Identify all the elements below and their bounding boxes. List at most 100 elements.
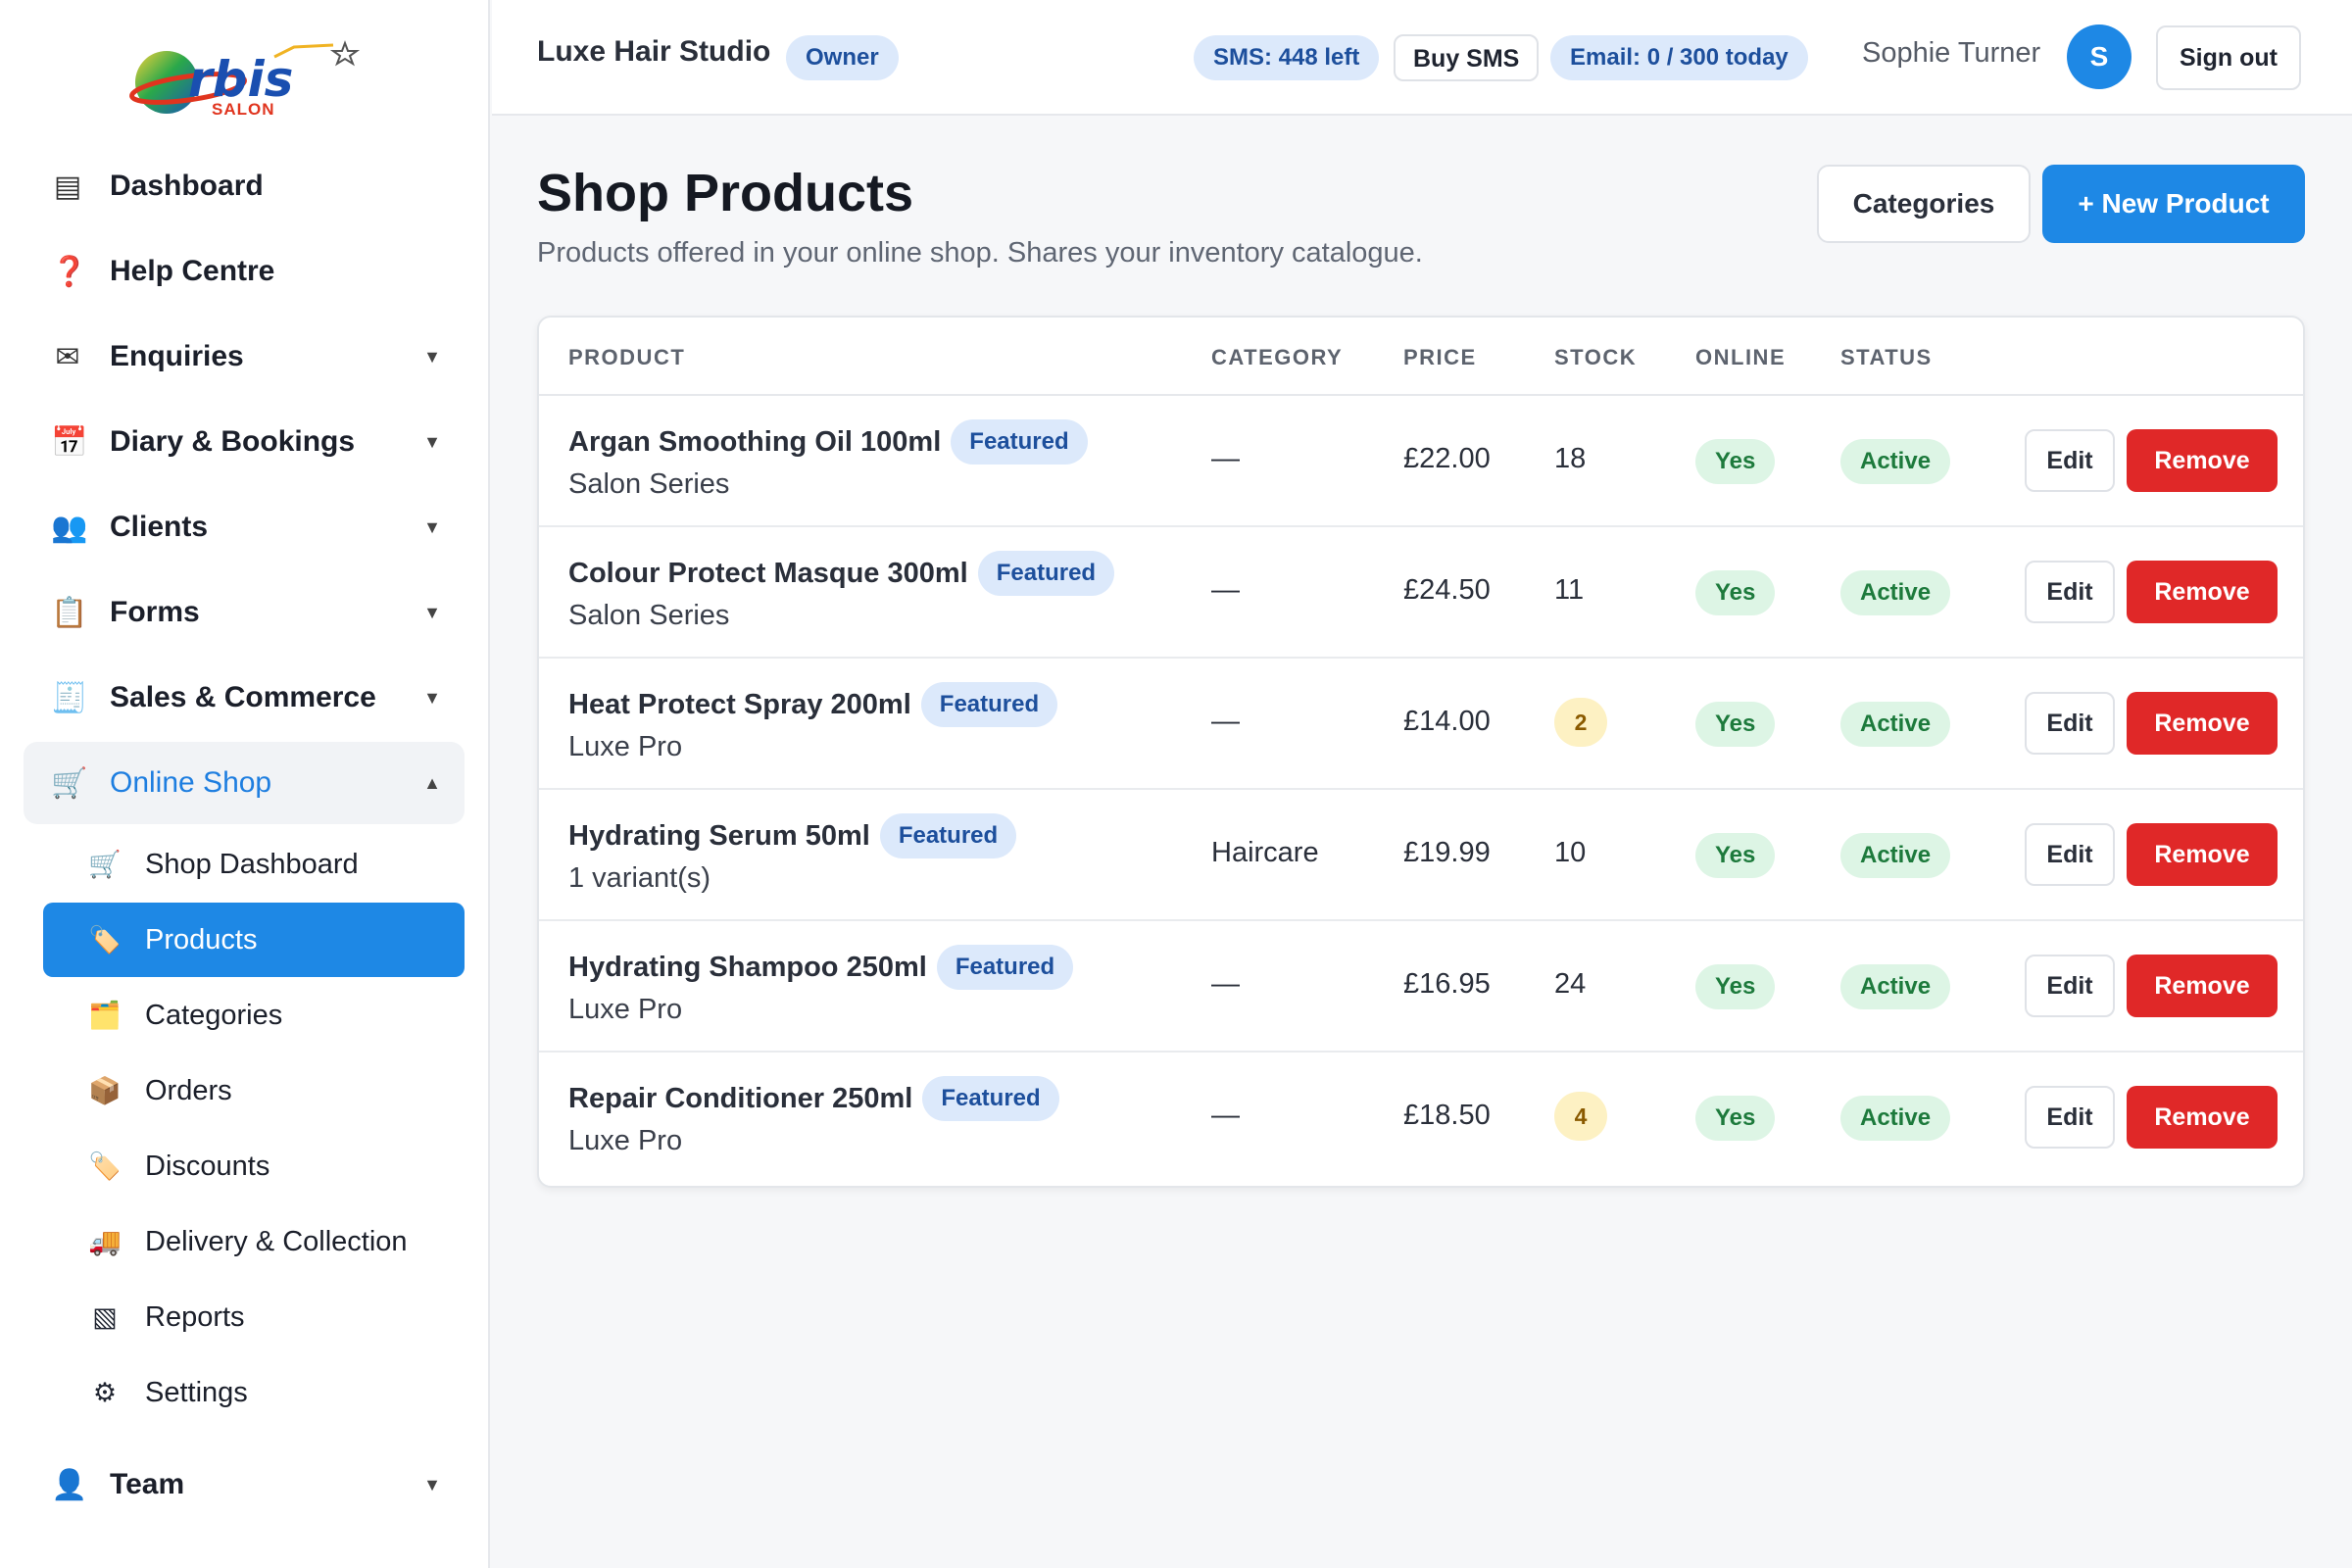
chevron-down-icon: ▼ bbox=[423, 431, 441, 452]
product-category: — bbox=[1211, 443, 1240, 474]
online-badge: Yes bbox=[1695, 833, 1776, 878]
product-stock: 11 bbox=[1554, 574, 1585, 606]
edit-button[interactable]: Edit bbox=[2025, 692, 2115, 755]
sidebar-item-dashboard[interactable]: ▤ Dashboard bbox=[24, 145, 465, 227]
status-badge: Active bbox=[1840, 1096, 1951, 1141]
featured-badge: Featured bbox=[920, 682, 1058, 727]
remove-button[interactable]: Remove bbox=[2127, 955, 2278, 1017]
remove-button[interactable]: Remove bbox=[2127, 561, 2278, 623]
product-price: £22.00 bbox=[1403, 443, 1491, 474]
sidebar-item-diary-bookings[interactable]: 📅 Diary & Bookings ▼ bbox=[24, 401, 465, 483]
dashboard-icon: ▤ bbox=[53, 170, 82, 203]
column-header-category[interactable]: CATEGORY bbox=[1211, 345, 1343, 370]
sidebar-item-sales-commerce[interactable]: 🧾 Sales & Commerce ▼ bbox=[24, 657, 465, 739]
clients-icon: 👥 bbox=[51, 511, 88, 544]
sidebar: rbis SALON ▤ Dashboard ❓ Help Centre ✉ E… bbox=[0, 0, 490, 1568]
orbis-salon-logo[interactable]: rbis SALON bbox=[127, 37, 363, 125]
categories-button[interactable]: Categories bbox=[1817, 165, 2031, 243]
sidebar-item-label: Orders bbox=[145, 1074, 232, 1106]
sidebar-item-label: Dashboard bbox=[110, 170, 264, 202]
edit-button[interactable]: Edit bbox=[2025, 429, 2115, 492]
sidebar-item-label: Help Centre bbox=[110, 255, 275, 287]
sidebar-item-orders[interactable]: 📦 Orders bbox=[43, 1054, 465, 1128]
status-badge: Active bbox=[1840, 439, 1951, 484]
buy-sms-button[interactable]: Buy SMS bbox=[1394, 34, 1540, 81]
sidebar-item-enquiries[interactable]: ✉ Enquiries ▼ bbox=[24, 316, 465, 398]
chevron-down-icon: ▼ bbox=[423, 602, 441, 622]
column-header-stock[interactable]: STOCK bbox=[1554, 345, 1637, 370]
sidebar-item-categories[interactable]: 🗂️ Categories bbox=[43, 978, 465, 1053]
edit-button[interactable]: Edit bbox=[2025, 561, 2115, 623]
sidebar-item-discounts[interactable]: 🏷️ Discounts bbox=[43, 1129, 465, 1203]
sidebar-item-team[interactable]: 👤 Team ▼ bbox=[24, 1444, 465, 1526]
mail-icon: ✉ bbox=[55, 340, 80, 373]
featured-badge: Featured bbox=[922, 1076, 1059, 1121]
edit-button[interactable]: Edit bbox=[2025, 955, 2115, 1017]
receipt-icon: 🧾 bbox=[51, 681, 88, 714]
remove-button[interactable]: Remove bbox=[2127, 1086, 2278, 1149]
status-badge: Active bbox=[1840, 964, 1951, 1009]
product-brand: Salon Series bbox=[568, 600, 730, 631]
chevron-up-icon: ▲ bbox=[423, 772, 441, 793]
status-badge: Active bbox=[1840, 570, 1951, 615]
product-brand: Luxe Pro bbox=[568, 1125, 683, 1156]
help-icon: ❓ bbox=[51, 255, 88, 288]
sidebar-item-label: Discounts bbox=[145, 1150, 270, 1182]
edit-button[interactable]: Edit bbox=[2025, 823, 2115, 886]
remove-button[interactable]: Remove bbox=[2127, 692, 2278, 755]
cart-icon: 🛒 bbox=[51, 766, 88, 800]
product-name[interactable]: Argan Smoothing Oil 100ml bbox=[568, 426, 941, 459]
product-name[interactable]: Heat Protect Spray 200ml bbox=[568, 689, 911, 721]
sidebar-item-reports[interactable]: ▧ Reports bbox=[43, 1280, 465, 1354]
remove-button[interactable]: Remove bbox=[2127, 429, 2278, 492]
sidebar-item-online-shop[interactable]: 🛒 Online Shop ▲ bbox=[24, 742, 465, 824]
tag-icon: 🏷️ bbox=[88, 925, 122, 955]
sidebar-item-shop-dashboard[interactable]: 🛒 Shop Dashboard bbox=[43, 827, 465, 902]
sidebar-item-settings[interactable]: ⚙ Settings bbox=[43, 1355, 465, 1430]
sidebar-item-help-centre[interactable]: ❓ Help Centre bbox=[24, 230, 465, 313]
table-row: Repair Conditioner 250ml Featured Luxe P… bbox=[539, 1053, 2303, 1184]
featured-badge: Featured bbox=[977, 551, 1115, 596]
product-name[interactable]: Hydrating Serum 50ml bbox=[568, 820, 870, 853]
column-header-product[interactable]: PRODUCT bbox=[568, 345, 685, 370]
new-product-button[interactable]: + New Product bbox=[2042, 165, 2305, 243]
product-stock: 4 bbox=[1554, 1092, 1607, 1141]
product-brand: Luxe Pro bbox=[568, 994, 683, 1025]
column-header-online[interactable]: ONLINE bbox=[1695, 345, 1786, 370]
role-badge: Owner bbox=[786, 35, 899, 80]
sidebar-item-label: Diary & Bookings bbox=[110, 425, 356, 458]
product-name[interactable]: Hydrating Shampoo 250ml bbox=[568, 952, 927, 984]
remove-button[interactable]: Remove bbox=[2127, 823, 2278, 886]
sidebar-item-label: Online Shop bbox=[110, 766, 272, 799]
avatar[interactable]: S bbox=[2067, 24, 2132, 89]
online-badge: Yes bbox=[1695, 439, 1776, 484]
product-price: £14.00 bbox=[1403, 706, 1491, 737]
status-badge: Active bbox=[1840, 702, 1951, 747]
product-category: — bbox=[1211, 574, 1240, 606]
sidebar-item-forms[interactable]: 📋 Forms ▼ bbox=[24, 571, 465, 654]
chevron-down-icon: ▼ bbox=[423, 1474, 441, 1494]
column-header-status[interactable]: STATUS bbox=[1840, 345, 1933, 370]
online-badge: Yes bbox=[1695, 702, 1776, 747]
product-stock: 24 bbox=[1554, 968, 1587, 1000]
online-shop-submenu: 🛒 Shop Dashboard 🏷️ Products 🗂️ Categori… bbox=[24, 827, 465, 1430]
gear-icon: ⚙ bbox=[92, 1377, 118, 1407]
product-name[interactable]: Repair Conditioner 250ml bbox=[568, 1083, 912, 1115]
edit-button[interactable]: Edit bbox=[2025, 1086, 2115, 1149]
sidebar-item-delivery-collection[interactable]: 🚚 Delivery & Collection bbox=[43, 1204, 465, 1279]
chevron-down-icon: ▼ bbox=[423, 687, 441, 708]
page-title: Shop Products bbox=[537, 164, 914, 222]
sidebar-item-label: Delivery & Collection bbox=[145, 1225, 408, 1257]
sidebar-item-clients[interactable]: 👥 Clients ▼ bbox=[24, 486, 465, 568]
sidebar-item-label: Enquiries bbox=[110, 340, 244, 372]
sidebar-item-products[interactable]: 🏷️ Products bbox=[43, 903, 465, 977]
user-icon: 👤 bbox=[51, 1468, 88, 1501]
table-row: Hydrating Shampoo 250ml Featured Luxe Pr… bbox=[539, 921, 2303, 1053]
column-header-price[interactable]: PRICE bbox=[1403, 345, 1477, 370]
sidebar-item-label: Sales & Commerce bbox=[110, 681, 376, 713]
product-brand: Luxe Pro bbox=[568, 731, 683, 762]
table-row: Heat Protect Spray 200ml Featured Luxe P… bbox=[539, 659, 2303, 790]
product-name[interactable]: Colour Protect Masque 300ml bbox=[568, 558, 968, 590]
sign-out-button[interactable]: Sign out bbox=[2156, 25, 2301, 90]
table-row: Hydrating Serum 50ml Featured 1 variant(… bbox=[539, 790, 2303, 921]
